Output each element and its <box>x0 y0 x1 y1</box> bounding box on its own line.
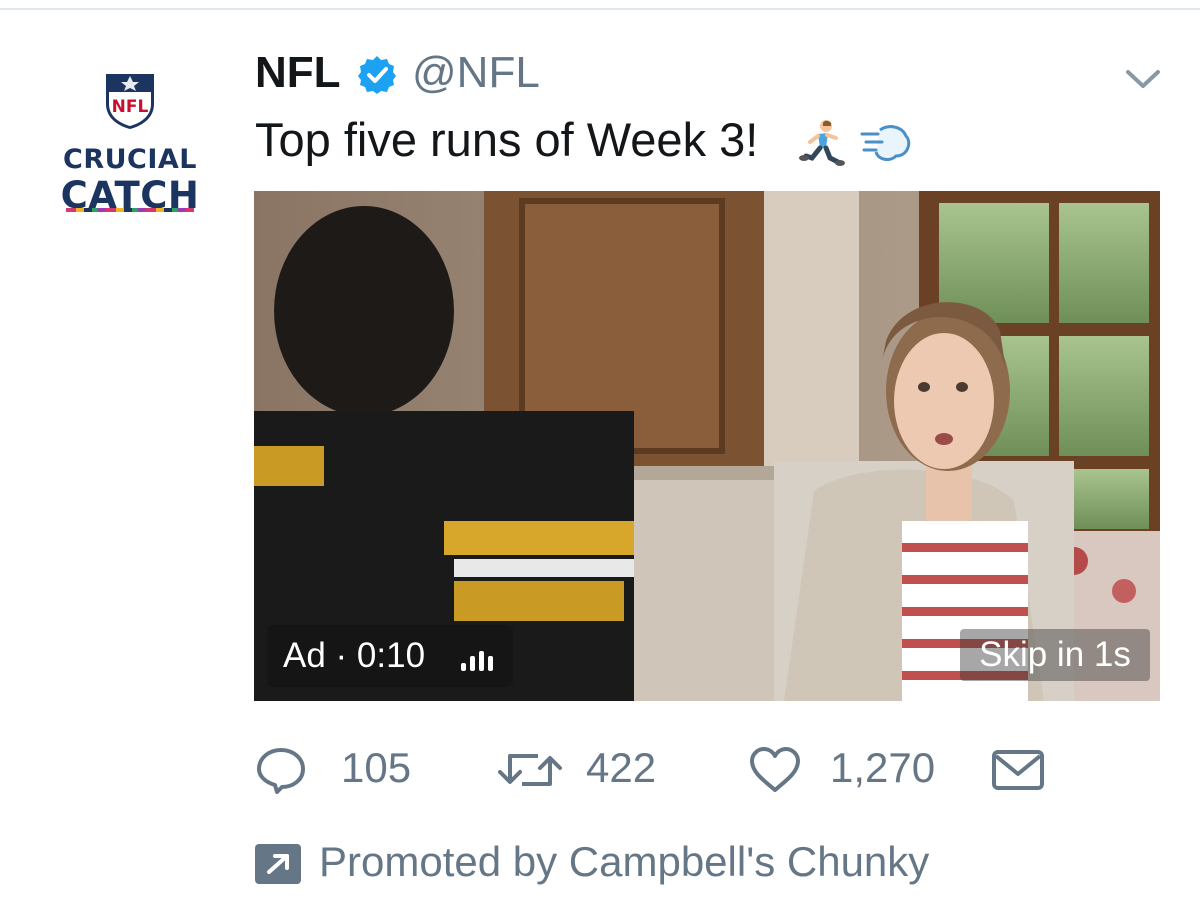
skip-ad-button[interactable]: Skip in 1s <box>960 629 1150 681</box>
person-running-emoji <box>799 120 845 166</box>
heart-icon <box>750 747 800 792</box>
ad-timer-badge: Ad · 0:10 <box>267 625 513 687</box>
reply-button[interactable]: 105 <box>255 742 425 798</box>
volume-bars-icon[interactable] <box>461 647 501 671</box>
author-avatar[interactable]: NFL CRUCIAL CATCH <box>60 68 200 217</box>
like-count: 1,270 <box>830 744 936 791</box>
retweet-icon <box>498 754 562 786</box>
promoted-text: Promoted by Campbell's Chunky <box>319 838 930 885</box>
video-player[interactable]: Ad · 0:10 Skip in 1s <box>254 191 1160 701</box>
nfl-shield-logo: NFL <box>106 74 154 129</box>
svg-text:NFL: NFL <box>112 97 149 117</box>
avatar-line-crucial: CRUCIAL <box>63 144 197 175</box>
envelope-icon <box>992 750 1044 790</box>
like-button[interactable]: 1,270 <box>748 742 948 798</box>
avatar-ribbon <box>66 208 194 212</box>
author-name[interactable]: NFL <box>255 48 341 98</box>
retweet-button[interactable]: 422 <box>498 742 668 798</box>
retweet-count: 422 <box>586 744 657 791</box>
tweet-text: Top five runs of Week 3! <box>255 113 759 166</box>
top-divider <box>0 8 1200 10</box>
chevron-down-icon[interactable] <box>1124 66 1162 92</box>
promoted-arrow-icon <box>255 844 301 884</box>
reply-count: 105 <box>341 744 412 791</box>
direct-message-button[interactable] <box>990 742 1046 798</box>
verified-badge-icon <box>358 56 396 94</box>
reply-icon <box>257 748 305 794</box>
ad-timer-label: Ad · 0:10 <box>283 636 426 675</box>
dash-symbol-emoji <box>860 125 911 161</box>
author-handle[interactable]: @NFL <box>412 48 540 98</box>
